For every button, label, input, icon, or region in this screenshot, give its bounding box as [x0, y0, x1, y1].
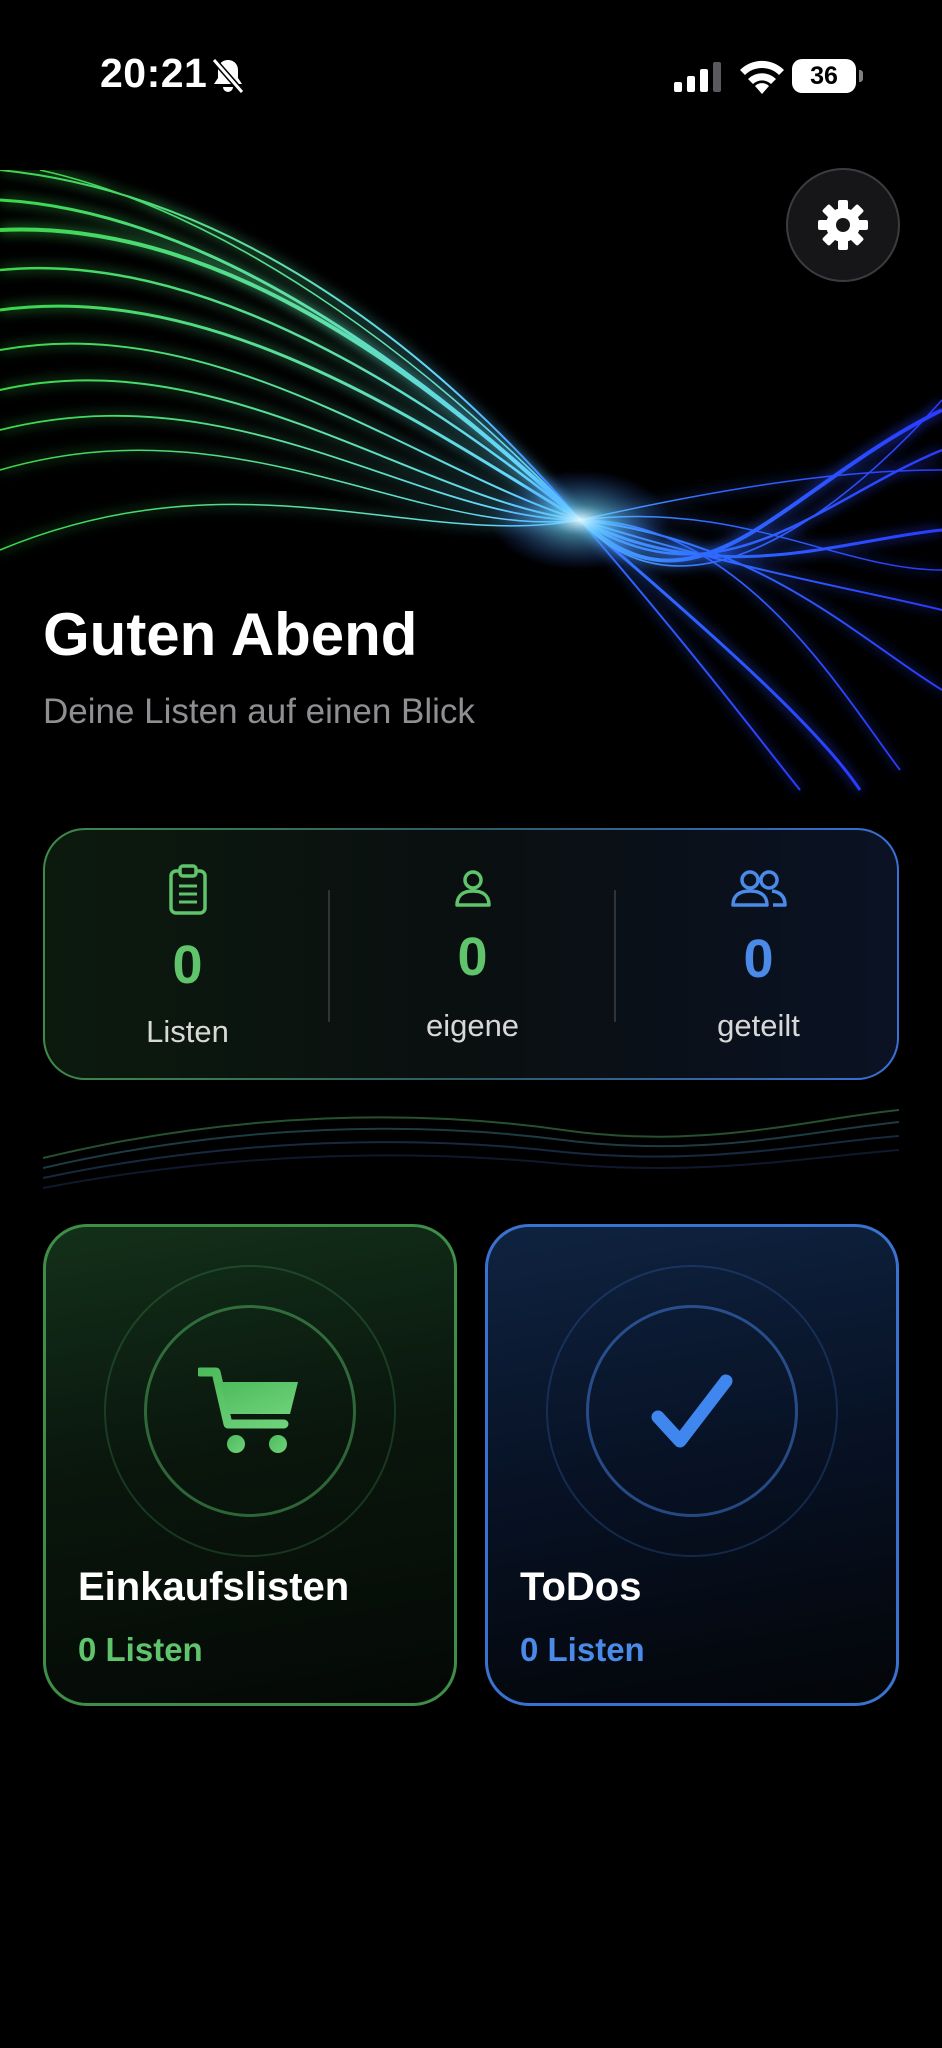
- stat-own-label: eigene: [425, 1008, 520, 1043]
- todos-card[interactable]: ToDos 0 Listen: [485, 1224, 899, 1706]
- stat-own-value: 0: [457, 927, 488, 987]
- people-icon: [730, 870, 787, 907]
- shopping-lists-count: 0 Listen: [78, 1631, 203, 1668]
- icon-ring-inner: [586, 1305, 798, 1517]
- icon-ring-inner: [144, 1305, 356, 1517]
- cellular-signal-icon: [674, 62, 721, 92]
- battery-level: 36: [810, 61, 838, 90]
- gear-icon: [818, 200, 868, 250]
- cart-icon: [198, 1367, 298, 1453]
- greeting-subtitle: Deine Listen auf einen Blick: [43, 692, 475, 731]
- wave-divider-decoration: [43, 1109, 899, 1189]
- person-icon: [454, 870, 491, 907]
- clipboard-icon: [168, 864, 207, 915]
- battery-icon: 36: [792, 59, 863, 93]
- checkmark-icon: [651, 1374, 733, 1448]
- shopping-lists-title: Einkaufslisten: [78, 1565, 350, 1609]
- todos-title: ToDos: [520, 1565, 642, 1609]
- stat-lists-label: Listen: [146, 1014, 229, 1049]
- stats-card: 0 Listen 0 eigene 0 geteilt: [43, 828, 899, 1080]
- bell-slash-icon: [211, 58, 245, 94]
- status-time: 20:21: [100, 50, 208, 96]
- greeting-title: Guten Abend: [43, 601, 418, 668]
- stat-shared-label: geteilt: [717, 1008, 800, 1043]
- stat-shared-value: 0: [743, 929, 774, 989]
- wifi-icon: [740, 60, 784, 94]
- stat-lists-value: 0: [172, 935, 203, 995]
- shopping-lists-card[interactable]: Einkaufslisten 0 Listen: [43, 1224, 457, 1706]
- stat-shared: 0 geteilt: [616, 830, 901, 1082]
- settings-button[interactable]: [786, 168, 900, 282]
- stat-lists: 0 Listen: [45, 830, 330, 1082]
- todos-count: 0 Listen: [520, 1631, 645, 1668]
- stat-own: 0 eigene: [330, 830, 615, 1082]
